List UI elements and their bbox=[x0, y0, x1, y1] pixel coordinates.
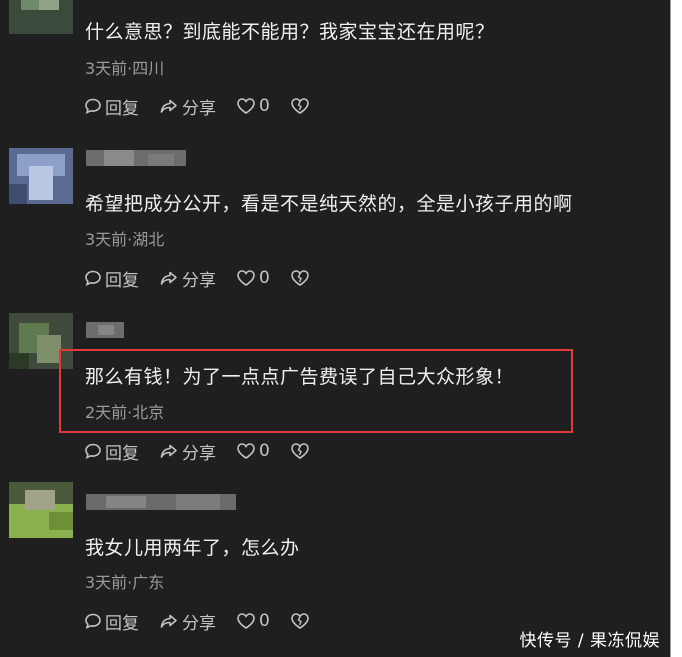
dislike-button[interactable] bbox=[290, 97, 310, 115]
comment-text: 我女儿用两年了，怎么办 bbox=[85, 537, 300, 559]
share-icon bbox=[159, 269, 179, 287]
comment-list: 什么意思？到底能不能用？我家宝宝还在用呢？ 3天前·四川 回复 分享 0 希望把… bbox=[0, 0, 671, 657]
like-button[interactable]: 0 bbox=[236, 96, 270, 116]
comment-actions: 回复 分享 0 bbox=[84, 438, 330, 464]
comment-meta: 3天前·四川 bbox=[85, 59, 165, 78]
username-blurred bbox=[86, 150, 186, 166]
share-icon bbox=[159, 442, 179, 460]
share-label: 分享 bbox=[182, 613, 216, 634]
reply-icon bbox=[84, 97, 102, 115]
reply-icon bbox=[84, 612, 102, 630]
reply-label: 回复 bbox=[105, 443, 139, 464]
comment-meta: 3天前·湖北 bbox=[85, 230, 165, 249]
reply-label: 回复 bbox=[105, 270, 139, 291]
reply-label: 回复 bbox=[105, 613, 139, 634]
dislike-button[interactable] bbox=[290, 612, 310, 630]
dislike-heart-icon bbox=[290, 269, 310, 287]
comment-text: 希望把成分公开，看是不是纯天然的，全是小孩子用的啊 bbox=[85, 193, 573, 215]
like-count: 0 bbox=[259, 611, 270, 631]
dislike-button[interactable] bbox=[290, 269, 310, 287]
reply-button[interactable]: 回复 bbox=[84, 94, 139, 119]
watermark: 快传号 / 果冻侃娱 bbox=[519, 631, 660, 651]
reply-button[interactable]: 回复 bbox=[84, 439, 139, 464]
share-label: 分享 bbox=[182, 98, 216, 119]
share-button[interactable]: 分享 bbox=[159, 439, 216, 464]
share-button[interactable]: 分享 bbox=[159, 266, 216, 291]
comment-meta: 3天前·广东 bbox=[85, 573, 165, 592]
reply-icon bbox=[84, 269, 102, 287]
comment-text: 什么意思？到底能不能用？我家宝宝还在用呢？ bbox=[85, 21, 495, 43]
share-button[interactable]: 分享 bbox=[159, 609, 216, 634]
dislike-heart-icon bbox=[290, 612, 310, 630]
like-heart-icon bbox=[236, 442, 256, 460]
avatar[interactable] bbox=[9, 148, 73, 204]
avatar[interactable] bbox=[9, 0, 73, 34]
username-blurred bbox=[86, 494, 236, 510]
share-button[interactable]: 分享 bbox=[159, 94, 216, 119]
share-label: 分享 bbox=[182, 270, 216, 291]
share-label: 分享 bbox=[182, 443, 216, 464]
share-icon bbox=[159, 612, 179, 630]
like-heart-icon bbox=[236, 612, 256, 630]
share-icon bbox=[159, 97, 179, 115]
like-button[interactable]: 0 bbox=[236, 268, 270, 288]
like-count: 0 bbox=[259, 96, 270, 116]
reply-label: 回复 bbox=[105, 98, 139, 119]
comment-actions: 回复 分享 0 bbox=[84, 265, 330, 291]
like-heart-icon bbox=[236, 269, 256, 287]
reply-icon bbox=[84, 442, 102, 460]
like-heart-icon bbox=[236, 97, 256, 115]
like-count: 0 bbox=[259, 268, 270, 288]
comment-actions: 回复 分享 0 bbox=[84, 93, 330, 119]
like-button[interactable]: 0 bbox=[236, 441, 270, 461]
like-button[interactable]: 0 bbox=[236, 611, 270, 631]
dislike-heart-icon bbox=[290, 442, 310, 460]
like-count: 0 bbox=[259, 441, 270, 461]
right-edge-strip bbox=[671, 0, 682, 657]
reply-button[interactable]: 回复 bbox=[84, 609, 139, 634]
dislike-button[interactable] bbox=[290, 442, 310, 460]
dislike-heart-icon bbox=[290, 97, 310, 115]
reply-button[interactable]: 回复 bbox=[84, 266, 139, 291]
comment-actions: 回复 分享 0 bbox=[84, 608, 330, 634]
username-blurred bbox=[86, 322, 124, 338]
highlight-box bbox=[59, 349, 573, 433]
avatar[interactable] bbox=[9, 482, 73, 538]
